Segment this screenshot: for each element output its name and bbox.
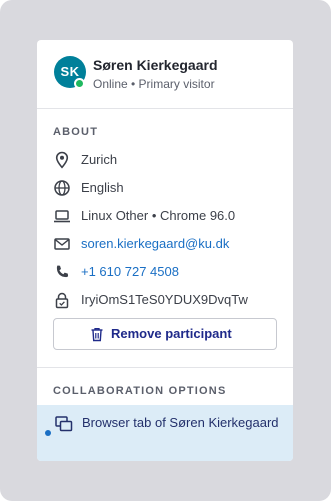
location-pin-icon — [55, 151, 69, 169]
trash-icon — [91, 328, 103, 342]
info-row-device: Linux Other • Chrome 96.0 — [53, 206, 283, 226]
browser-tab-option[interactable]: Browser tab of Søren Kierkegaard — [37, 405, 293, 461]
participant-panel: SK Søren Kierkegaard Online • Primary vi… — [37, 40, 293, 461]
mail-icon — [54, 238, 70, 250]
collaboration-section-title: COLLABORATION OPTIONS — [53, 385, 227, 397]
globe-icon — [54, 180, 70, 196]
lock-icon — [55, 292, 69, 309]
device-text: Linux Other • Chrome 96.0 — [81, 208, 236, 223]
section-divider — [37, 367, 293, 368]
info-row-id: IryiOmS1TeS0YDUX9DvqTw — [53, 290, 283, 310]
online-status-dot — [74, 78, 85, 89]
browser-tabs-icon — [55, 416, 73, 432]
language-text: English — [81, 180, 124, 195]
about-section-title: ABOUT — [53, 126, 99, 138]
visitor-id-text: IryiOmS1TeS0YDUX9DvqTw — [81, 292, 248, 307]
location-text: Zurich — [81, 152, 118, 167]
info-row-language: English — [53, 178, 283, 198]
participant-status: Online • Primary visitor — [93, 77, 215, 91]
selected-indicator-dot — [45, 430, 51, 436]
laptop-icon — [54, 210, 70, 223]
participant-header: SK Søren Kierkegaard Online • Primary vi… — [37, 40, 293, 109]
browser-tab-label: Browser tab of Søren Kierkegaard — [82, 415, 279, 430]
email-link[interactable]: soren.kierkegaard@ku.dk — [81, 236, 229, 251]
info-row-phone[interactable]: +1 610 727 4508 — [53, 262, 283, 282]
info-row-location: Zurich — [53, 150, 283, 170]
remove-participant-label: Remove participant — [111, 326, 232, 341]
phone-link[interactable]: +1 610 727 4508 — [81, 264, 179, 279]
remove-participant-button[interactable]: Remove participant — [53, 318, 277, 350]
info-row-email[interactable]: soren.kierkegaard@ku.dk — [53, 234, 283, 254]
participant-name: Søren Kierkegaard — [93, 57, 218, 73]
phone-icon — [56, 265, 69, 278]
